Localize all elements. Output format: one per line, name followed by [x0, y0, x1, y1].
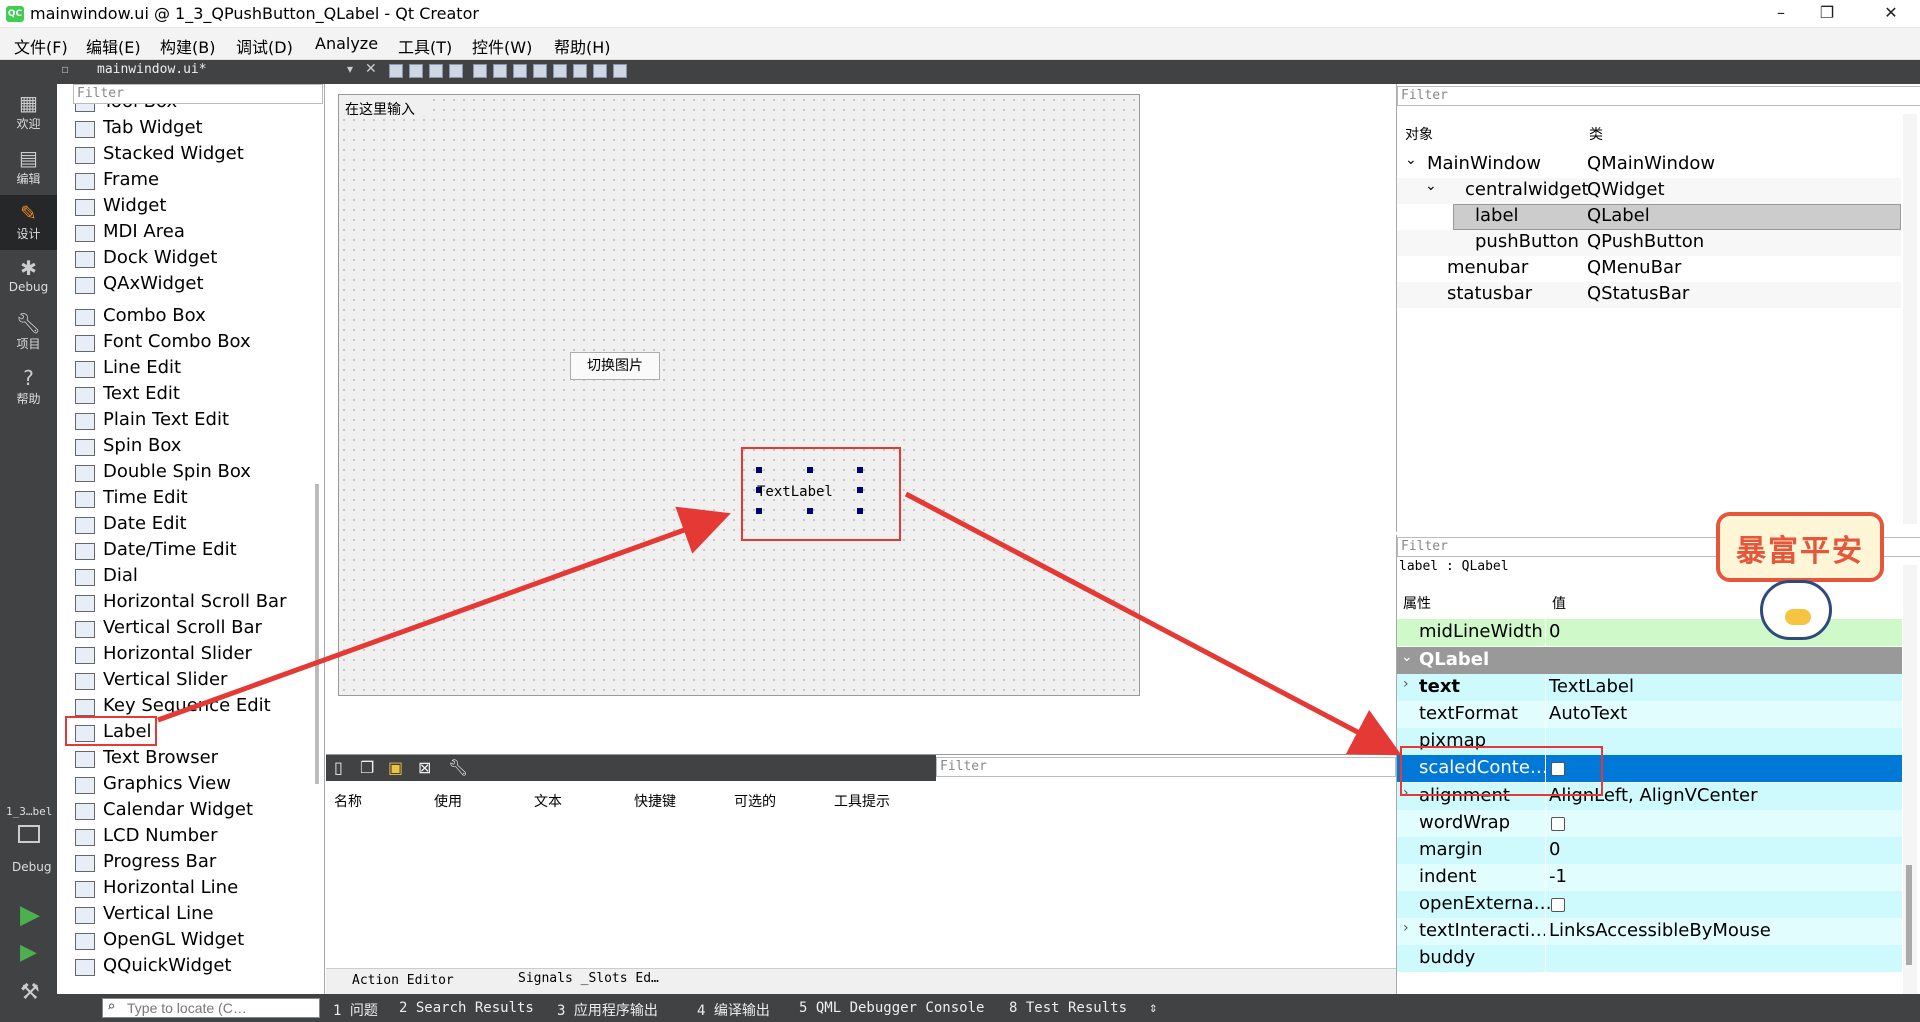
arrow-to-text-label [157, 506, 731, 723]
arrow-to-scaled-contents [904, 491, 1402, 756]
annotation-arrows [157, 491, 1402, 756]
